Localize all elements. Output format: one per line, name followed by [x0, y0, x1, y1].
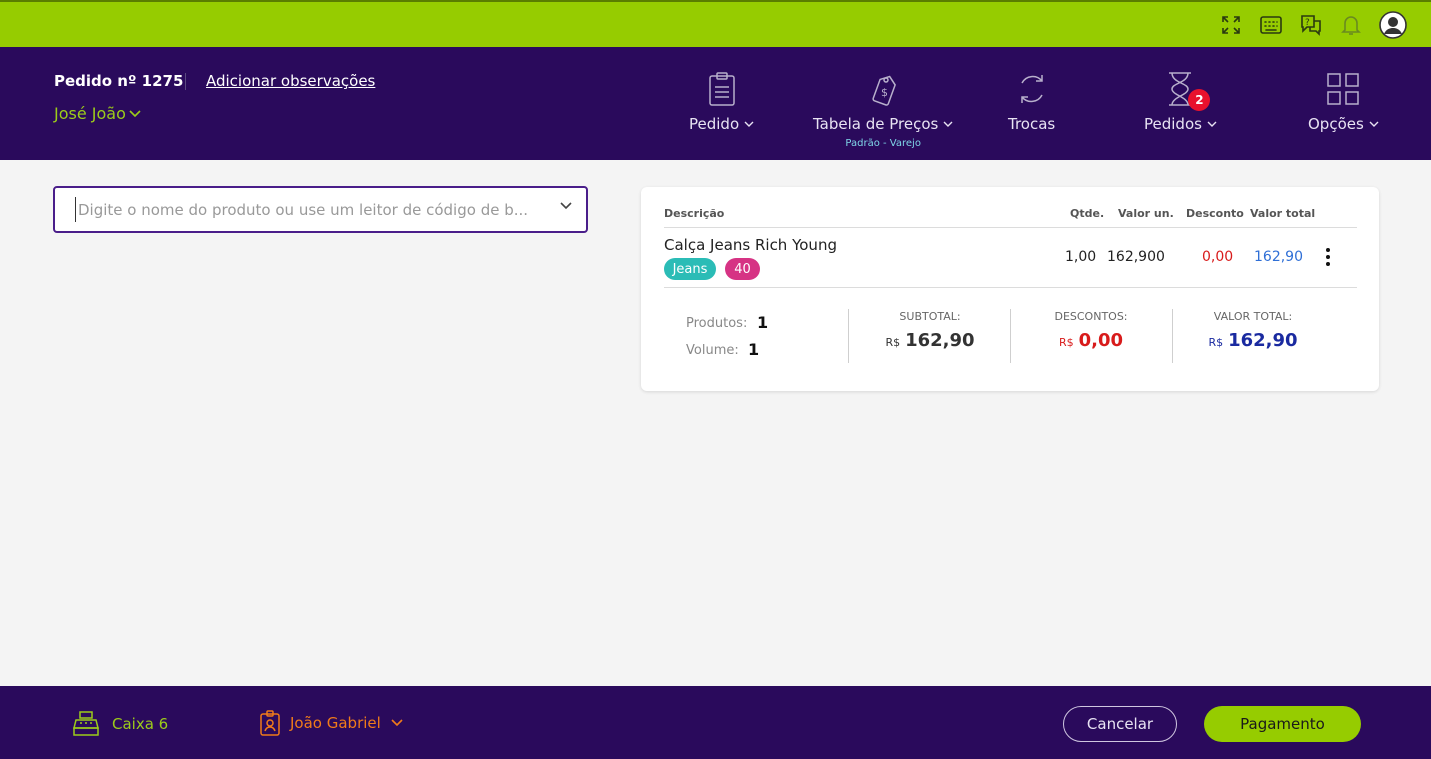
- fullscreen-icon[interactable]: [1219, 13, 1243, 37]
- top-bar: ?: [0, 0, 1431, 47]
- volume-value: 1: [748, 340, 760, 359]
- order-header: Pedido nº 1275 Adicionar observações Jos…: [0, 47, 1431, 160]
- clipboard-icon: [708, 69, 736, 109]
- col-header-description: Descrição: [664, 207, 725, 220]
- total-label: VALOR TOTAL:: [1213, 310, 1293, 323]
- badge-id-icon: [260, 710, 280, 736]
- seller-selector[interactable]: João Gabriel: [260, 710, 403, 736]
- exchange-icon: [1014, 69, 1050, 109]
- grid-icon: [1326, 69, 1360, 109]
- cart-card: Descrição Qtde. Valor un. Desconto Valor…: [641, 187, 1379, 391]
- bell-icon[interactable]: [1339, 13, 1363, 37]
- cash-register-icon: [73, 711, 99, 736]
- product-search[interactable]: [53, 186, 588, 233]
- product-search-input[interactable]: [75, 197, 545, 222]
- item-total: 162,90: [1254, 249, 1303, 265]
- top-bar-icons: ?: [1219, 11, 1407, 39]
- help-chat-icon[interactable]: ?: [1299, 13, 1323, 37]
- subtotal-value: 162,90: [905, 330, 975, 351]
- discounts-currency: R$: [1058, 336, 1074, 349]
- col-header-discount: Desconto: [1186, 207, 1244, 220]
- item-unit-price: 162,900: [1107, 249, 1165, 265]
- footer-bar: Caixa 6 João Gabriel Cancelar Pagamento: [0, 686, 1431, 759]
- chevron-down-icon: [1369, 121, 1379, 127]
- nav-price-table[interactable]: $ Tabela de Preços Padrão - Varejo: [813, 69, 953, 149]
- row-divider: [664, 287, 1357, 288]
- item-tag-category: Jeans: [664, 258, 716, 280]
- discounts-label: DESCONTOS:: [1054, 310, 1128, 323]
- nav-options-label: Opções: [1308, 115, 1364, 133]
- price-table-sublabel: Padrão - Varejo: [845, 138, 921, 149]
- chevron-down-icon: [1207, 121, 1217, 127]
- nav-pedidos[interactable]: 2 Pedidos: [1144, 69, 1217, 133]
- nav-pedido-label: Pedido: [689, 115, 740, 133]
- summary-divider: [848, 309, 849, 363]
- svg-text:?: ?: [1305, 18, 1310, 28]
- products-count-label: Produtos:: [686, 316, 748, 331]
- more-options-icon[interactable]: [1325, 247, 1331, 267]
- customer-name: José João: [54, 104, 126, 123]
- payment-button[interactable]: Pagamento: [1204, 706, 1361, 742]
- header-divider: [664, 227, 1357, 228]
- chevron-down-icon: [129, 109, 141, 117]
- chevron-down-icon: [391, 719, 403, 727]
- customer-selector[interactable]: José João: [54, 104, 141, 123]
- order-number: Pedido nº 1275: [54, 72, 184, 90]
- item-description: Calça Jeans Rich Young: [664, 236, 837, 254]
- total-amount: R$ 162,90: [1173, 330, 1333, 351]
- nav-options[interactable]: Opções: [1308, 69, 1379, 133]
- subtotal-amount: R$ 162,90: [850, 330, 1010, 351]
- col-header-total: Valor total: [1250, 207, 1316, 220]
- nav-pedido[interactable]: Pedido: [689, 69, 754, 133]
- subtotal-label: SUBTOTAL:: [899, 310, 961, 323]
- item-qty: 1,00: [1065, 249, 1097, 265]
- discounts-amount: R$ 0,00: [1011, 330, 1171, 351]
- svg-text:$: $: [881, 86, 888, 99]
- nav-trocas-label: Trocas: [1008, 115, 1056, 133]
- keyboard-icon[interactable]: [1259, 13, 1283, 37]
- chevron-down-icon: [943, 121, 953, 127]
- user-avatar-icon[interactable]: [1379, 11, 1407, 39]
- nav-trocas[interactable]: Trocas: [1008, 69, 1055, 133]
- item-tag-size: 40: [725, 258, 760, 280]
- total-value: 162,90: [1228, 330, 1298, 351]
- header-divider: [185, 73, 186, 90]
- volume-label: Volume:: [686, 343, 739, 358]
- cancel-button[interactable]: Cancelar: [1063, 706, 1177, 742]
- pending-orders-badge: 2: [1188, 89, 1211, 111]
- discounts-value: 0,00: [1078, 330, 1124, 351]
- products-count-value: 1: [757, 313, 769, 332]
- chevron-down-icon[interactable]: [560, 202, 572, 210]
- seller-name: João Gabriel: [290, 714, 381, 732]
- nav-pedidos-label: Pedidos: [1144, 115, 1202, 133]
- col-header-unit-price: Valor un.: [1118, 207, 1174, 220]
- total-currency: R$: [1208, 336, 1224, 349]
- col-header-qty: Qtde.: [1070, 207, 1105, 220]
- subtotal-currency: R$: [885, 336, 901, 349]
- price-tag-icon: $: [868, 69, 898, 109]
- chevron-down-icon: [744, 121, 754, 127]
- nav-price-table-label: Tabela de Preços: [813, 115, 939, 133]
- add-notes-link[interactable]: Adicionar observações: [206, 72, 375, 90]
- item-discount: 0,00: [1202, 249, 1234, 265]
- cash-register-label: Caixa 6: [112, 715, 169, 733]
- cash-register: Caixa 6: [72, 710, 168, 738]
